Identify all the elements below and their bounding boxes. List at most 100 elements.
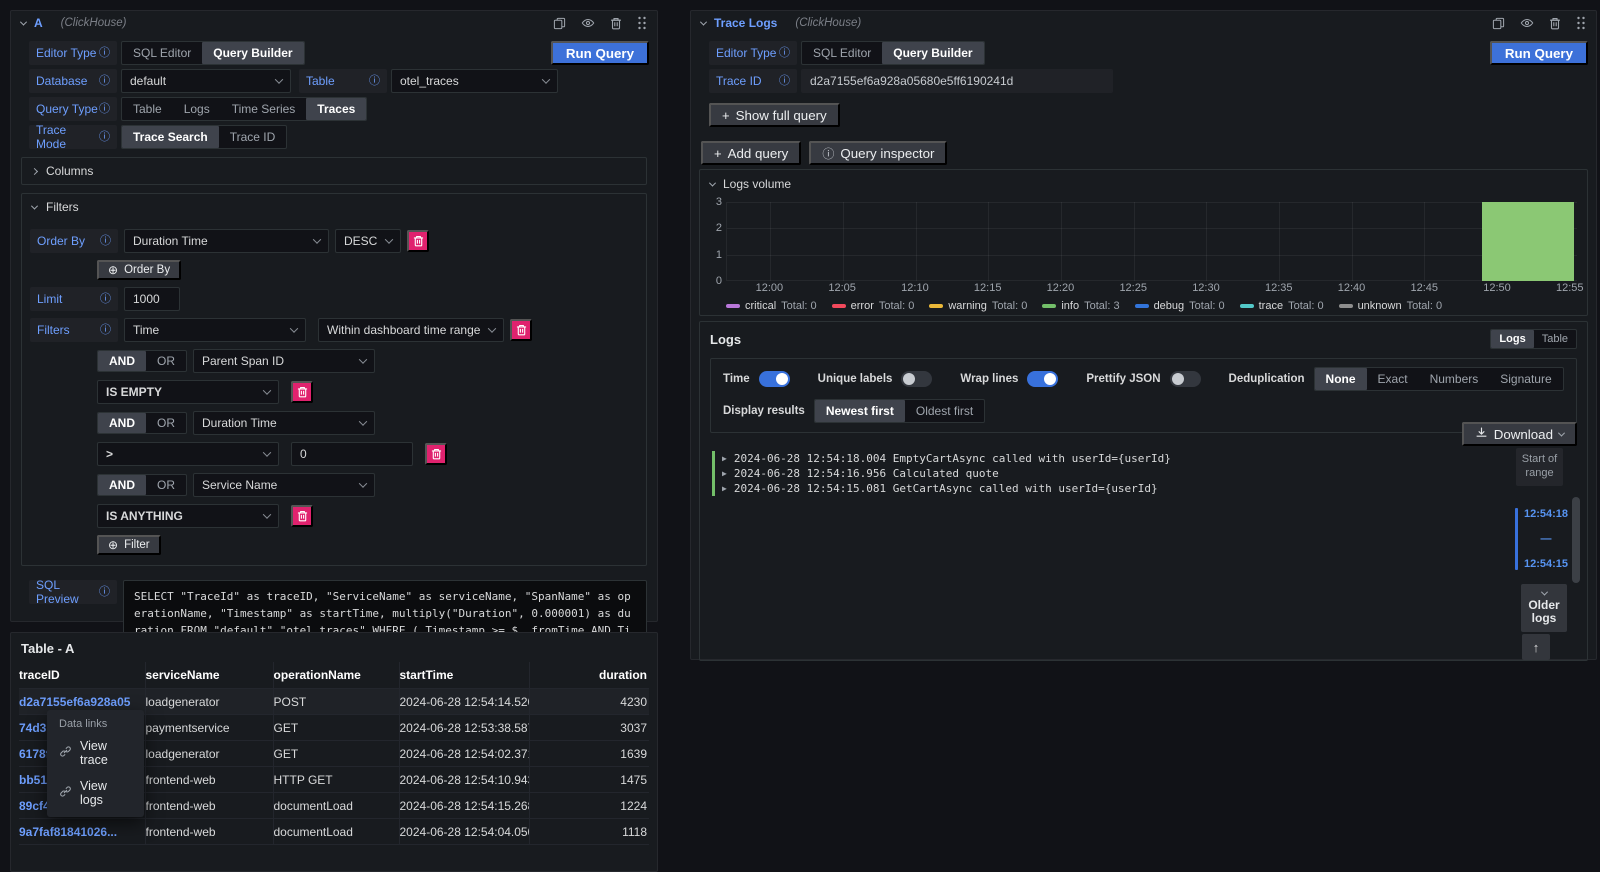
panel-title[interactable]: Trace Logs [714, 16, 777, 30]
condition-2-field-select[interactable]: Duration Time [193, 411, 375, 435]
or-option[interactable]: OR [146, 475, 186, 495]
dedup-none[interactable]: None [1315, 368, 1367, 390]
condition-3-operator-select[interactable]: IS ANYTHING [97, 504, 279, 528]
legend-item-trace[interactable]: traceTotal: 0 [1240, 300, 1324, 312]
trace-mode-search[interactable]: Trace Search [122, 126, 219, 148]
filter-time-value-select[interactable]: Within dashboard time range [318, 318, 504, 342]
expand-chevron-icon[interactable]: ▶ [722, 454, 727, 463]
remove-time-filter-button[interactable] [510, 319, 532, 341]
legend-item-info[interactable]: infoTotal: 3 [1042, 300, 1119, 312]
add-filter-button[interactable]: ⊕Filter [97, 535, 161, 555]
time-toggle[interactable] [759, 371, 790, 387]
log-entry[interactable]: ▶ 2024-06-28 12:54:18.004 EmptyCartAsync… [712, 451, 1487, 466]
query-builder-option[interactable]: Query Builder [882, 42, 983, 64]
info-icon[interactable]: ⓘ [99, 104, 110, 115]
newest-first-option[interactable]: Newest first [815, 400, 905, 422]
legend-item-critical[interactable]: criticalTotal: 0 [726, 300, 817, 312]
info-icon[interactable]: ⓘ [99, 587, 110, 598]
and-option[interactable]: AND [98, 413, 146, 433]
prettify-json-toggle[interactable] [1170, 371, 1201, 387]
view-logs-option[interactable]: Logs [1491, 330, 1533, 348]
wrap-lines-toggle[interactable] [1027, 371, 1058, 387]
limit-input[interactable]: 1000 [124, 287, 180, 311]
duplicate-icon[interactable] [1492, 17, 1505, 30]
remove-condition-3-button[interactable] [291, 505, 313, 527]
info-icon[interactable]: ⓘ [99, 132, 110, 143]
dedup-signature[interactable]: Signature [1489, 368, 1562, 390]
table-panel-title[interactable]: Table - A [11, 633, 657, 662]
filter-time-field-select[interactable]: Time [124, 318, 306, 342]
view-table-option[interactable]: Table [1534, 330, 1576, 348]
info-icon[interactable]: ⓘ [779, 76, 790, 87]
logs-volume-header[interactable]: Logs volume [700, 170, 1587, 193]
logs-scrollbar[interactable] [1572, 497, 1580, 583]
log-time-range-indicator[interactable]: 12:54:18 — 12:54:15 [1515, 508, 1568, 570]
info-logs-bar[interactable] [1482, 202, 1574, 281]
col-header-starttime[interactable]: startTime [399, 662, 529, 689]
collapse-chevron-icon[interactable] [20, 18, 27, 25]
order-by-field-select[interactable]: Duration Time [124, 229, 329, 253]
condition-2-value-input[interactable]: 0 [291, 442, 413, 466]
order-by-direction-select[interactable]: DESC [335, 229, 401, 253]
trace-id-link[interactable]: d2a7155ef6a928a05 [19, 695, 130, 709]
sql-editor-option[interactable]: SQL Editor [122, 42, 202, 64]
info-icon[interactable]: ⓘ [99, 48, 110, 59]
trace-id-input[interactable]: d2a7155ef6a928a05680e5ff6190241d [801, 69, 1113, 93]
oldest-first-option[interactable]: Oldest first [905, 400, 984, 422]
drag-handle-icon[interactable] [1576, 16, 1586, 30]
filters-section-header[interactable]: Filters [22, 194, 646, 220]
add-query-button[interactable]: +Add query [701, 141, 801, 165]
expand-chevron-icon[interactable]: ▶ [722, 469, 727, 478]
view-trace-menu-item[interactable]: View trace [47, 733, 144, 773]
col-header-servicename[interactable]: serviceName [145, 662, 273, 689]
drag-handle-icon[interactable] [637, 16, 647, 30]
duplicate-icon[interactable] [553, 17, 566, 30]
collapse-chevron-icon[interactable] [700, 18, 707, 25]
panel-title[interactable]: A [34, 16, 43, 30]
info-icon[interactable]: ⓘ [99, 76, 110, 87]
remove-condition-1-button[interactable] [291, 381, 313, 403]
columns-section-header[interactable]: Columns [22, 158, 646, 184]
and-option[interactable]: AND [98, 475, 146, 495]
info-icon[interactable]: ⓘ [100, 236, 111, 247]
download-button[interactable]: Download [1462, 422, 1577, 446]
condition-2-operator-select[interactable]: > [97, 442, 279, 466]
query-type-traces[interactable]: Traces [306, 98, 366, 120]
condition-1-operator-select[interactable]: IS EMPTY [97, 380, 279, 404]
trash-icon[interactable] [1549, 17, 1561, 30]
remove-condition-2-button[interactable] [425, 443, 447, 465]
dedup-numbers[interactable]: Numbers [1419, 368, 1490, 390]
query-inspector-button[interactable]: ⓘQuery inspector [809, 141, 947, 165]
legend-item-debug[interactable]: debugTotal: 0 [1135, 300, 1225, 312]
run-query-button[interactable]: Run Query [551, 41, 649, 65]
table-select[interactable]: otel_traces [391, 69, 558, 93]
or-option[interactable]: OR [146, 351, 186, 371]
info-icon[interactable]: ⓘ [100, 325, 111, 336]
info-icon[interactable]: ⓘ [369, 76, 380, 87]
col-header-traceid[interactable]: traceID [19, 662, 145, 689]
eye-icon[interactable] [581, 16, 595, 30]
dedup-exact[interactable]: Exact [1367, 368, 1419, 390]
chart-plot-area[interactable] [726, 202, 1577, 281]
database-select[interactable]: default [121, 69, 291, 93]
info-icon[interactable]: ⓘ [779, 48, 790, 59]
query-type-logs[interactable]: Logs [173, 98, 221, 120]
expand-chevron-icon[interactable]: ▶ [722, 484, 727, 493]
remove-order-by-button[interactable] [407, 230, 429, 252]
query-type-timeseries[interactable]: Time Series [221, 98, 307, 120]
info-icon[interactable]: ⓘ [100, 294, 111, 305]
col-header-duration[interactable]: duration [529, 662, 649, 689]
legend-item-unknown[interactable]: unknownTotal: 0 [1339, 300, 1443, 312]
sql-editor-option[interactable]: SQL Editor [802, 42, 882, 64]
legend-item-warning[interactable]: warningTotal: 0 [929, 300, 1027, 312]
legend-item-error[interactable]: errorTotal: 0 [832, 300, 915, 312]
col-header-operationname[interactable]: operationName [273, 662, 399, 689]
condition-1-field-select[interactable]: Parent Span ID [193, 349, 375, 373]
unique-labels-toggle[interactable] [901, 371, 932, 387]
or-option[interactable]: OR [146, 413, 186, 433]
condition-3-field-select[interactable]: Service Name [193, 473, 375, 497]
trace-id-link[interactable]: 9a7faf81841026... [19, 825, 117, 839]
add-order-by-button[interactable]: ⊕Order By [97, 260, 181, 280]
query-type-table[interactable]: Table [122, 98, 173, 120]
show-full-query-button[interactable]: +Show full query [709, 103, 840, 127]
